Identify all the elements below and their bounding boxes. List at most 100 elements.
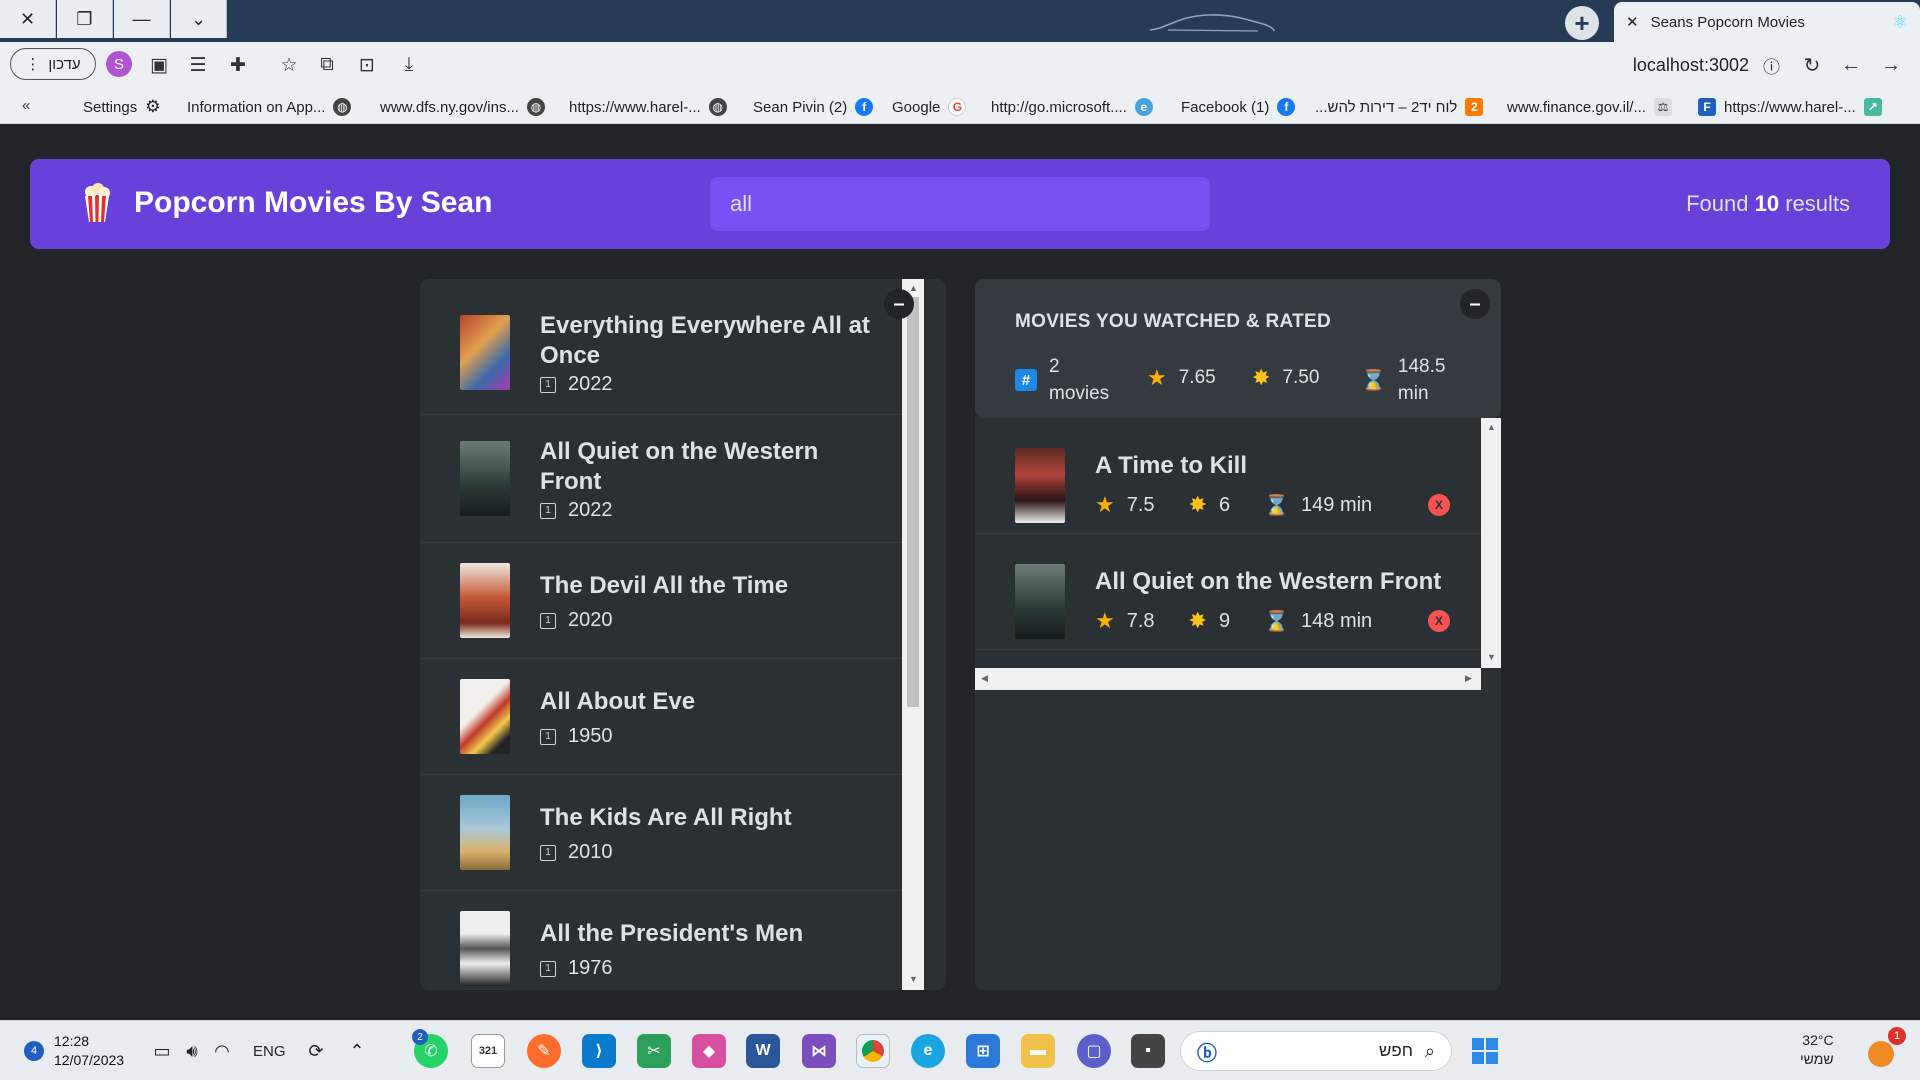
runtime: ⌛ 148 min <box>1264 609 1372 634</box>
tab-seans-popcorn-movies[interactable]: ✕ Seans Popcorn Movies ⚛ <box>1614 2 1920 42</box>
app-diamond-icon[interactable]: ◆ <box>692 1034 726 1068</box>
windows-start-icon[interactable] <box>1468 1034 1502 1068</box>
notification-badge[interactable]: 4 <box>24 1041 44 1061</box>
site-info-icon[interactable]: ⓘ <box>1763 53 1780 78</box>
battery-icon[interactable]: ▭ <box>150 1039 174 1063</box>
bookmark-item[interactable]: www.dfs.ny.gov/ins... ◍ <box>380 96 545 118</box>
scroll-right-icon[interactable]: ▶ <box>1465 673 1472 684</box>
close-tab-icon[interactable]: ✕ <box>1626 13 1639 31</box>
taskbar-search[interactable]: ⓑ חפש ⌕ <box>1180 1031 1452 1071</box>
wifi-icon[interactable]: ◠ <box>210 1039 234 1063</box>
bookmark-item[interactable]: Sean Pivin (2) f <box>753 96 874 118</box>
bookmark-item[interactable]: Facebook (1) f <box>1181 96 1296 118</box>
scrollbar-thumb[interactable] <box>907 297 919 707</box>
minimize-window-icon[interactable]: — <box>114 0 170 38</box>
list-item[interactable]: All Quiet on the Western Front 1 2022 <box>420 415 902 543</box>
reading-list-icon[interactable]: ☰ <box>185 52 211 78</box>
chrome-icon[interactable] <box>856 1034 890 1068</box>
list-item[interactable]: All Quiet on the Western Front ★ 7.8 ✸ 9 ⌛… <box>975 534 1481 650</box>
year-text: 2022 <box>568 499 613 521</box>
runtime-unit: min <box>1397 383 1429 404</box>
user-rating: ✸ 9 <box>1189 608 1231 634</box>
clock[interactable]: 12:28 12/07/2023 <box>54 1032 124 1070</box>
scroll-left-icon[interactable]: ◀ <box>981 673 988 684</box>
movie-title: The Kids Are All Right <box>540 804 792 831</box>
hourglass-icon: ⌛ <box>1361 369 1386 392</box>
bookmark-item[interactable]: Google G <box>892 96 967 118</box>
favorite-star-icon[interactable]: ☆ <box>276 52 302 78</box>
edge-icon[interactable]: e <box>911 1034 945 1068</box>
visual-studio-icon[interactable]: ⋈ <box>802 1034 836 1068</box>
bookmark-label: Information on App... <box>187 98 326 116</box>
profile-avatar[interactable]: S <box>106 51 132 77</box>
forward-arrow-icon[interactable]: → <box>1878 52 1904 78</box>
watched-horizontal-scrollbar[interactable]: ◀ ▶ <box>975 668 1481 690</box>
year-text: 1976 <box>568 957 613 979</box>
volume-icon[interactable]: 🔊︎ <box>180 1039 204 1063</box>
delete-button[interactable]: X <box>1428 494 1450 516</box>
year-text: 2010 <box>568 841 613 863</box>
scroll-down-icon[interactable]: ▼ <box>1487 652 1496 662</box>
collapse-watched-button[interactable]: – <box>1460 289 1490 319</box>
globe-icon: ◍ <box>708 98 727 116</box>
terminal-icon[interactable]: ▪ <box>1131 1034 1165 1068</box>
list-item[interactable]: The Devil All the Time 1 2020 <box>420 543 902 659</box>
bookmark-label: www.finance.gov.il/... <box>1507 98 1646 116</box>
workspace-button[interactable]: ⋮ עדכון <box>10 48 96 80</box>
calendar-app-icon[interactable]: 321 <box>471 1034 505 1068</box>
address-bar[interactable]: localhost:3002 ⓘ <box>1560 50 1780 80</box>
list-item[interactable]: The Kids Are All Right 1 2010 <box>420 775 902 891</box>
delete-button[interactable]: X <box>1428 610 1450 632</box>
bookmark-item[interactable]: https://www.harel-... ◍ <box>569 96 727 118</box>
calendar-icon: 1 <box>540 502 556 519</box>
watched-scrollbar[interactable]: ▲ ▼ <box>1481 418 1501 668</box>
hourglass-icon: ⌛ <box>1264 494 1290 517</box>
hourglass-icon: ⌛ <box>1264 610 1290 633</box>
collapse-results-button[interactable]: – <box>884 289 914 319</box>
bookmarks-expand-icon[interactable]: « <box>22 97 30 114</box>
screenshot-icon[interactable]: ⊡ <box>354 52 380 78</box>
list-item[interactable]: Everything Everywhere All at Once 1 2022 <box>420 279 902 415</box>
extensions-icon[interactable]: ✚ <box>225 52 251 78</box>
download-icon[interactable]: ⤓ <box>396 52 422 78</box>
sync-icon[interactable]: ⟳ <box>304 1039 328 1063</box>
tray-expand-chevron-icon[interactable]: ⌃ <box>345 1039 369 1063</box>
tab-list-chevron-icon[interactable]: ⌄ <box>171 0 227 38</box>
teams-chat-icon[interactable]: ▢ <box>1077 1034 1111 1068</box>
bookmark-item[interactable]: לוח יד2 – דירות להש... 2 <box>1315 96 1484 118</box>
sidebar-icon[interactable]: ▣ <box>146 52 172 78</box>
word-icon[interactable]: W <box>746 1034 780 1068</box>
collections-icon[interactable]: ⧉ <box>314 52 340 78</box>
bookmark-item[interactable]: http://go.microsoft.... e <box>991 96 1153 118</box>
new-tab-button[interactable]: + <box>1565 6 1599 40</box>
search-input[interactable] <box>710 177 1210 231</box>
postman-icon[interactable]: ✎ <box>527 1034 561 1068</box>
scroll-down-icon[interactable]: ▼ <box>909 974 918 984</box>
bookmark-item[interactable]: Fhttps://www.harel-... ↗ <box>1698 96 1882 118</box>
list-item[interactable]: A Time to Kill ★ 7.5 ✸ 6 ⌛ 149 min X <box>975 418 1481 534</box>
list-item[interactable]: All the President's Men 1 1976 <box>420 891 902 990</box>
scroll-up-icon[interactable]: ▲ <box>1487 422 1496 432</box>
file-explorer-icon[interactable]: ▬ <box>1021 1034 1055 1068</box>
restore-window-icon[interactable]: ❐ <box>57 0 113 38</box>
bookmark-item[interactable]: Information on App... ◍ <box>187 96 352 118</box>
store-icon[interactable]: ⊞ <box>966 1034 1000 1068</box>
vscode-icon[interactable]: ⟩ <box>582 1034 616 1068</box>
results-scrollbar[interactable]: ▲ ▼ <box>902 279 924 990</box>
language-indicator[interactable]: ENG <box>253 1021 286 1080</box>
weather-widget[interactable]: 32°C שמשי <box>1800 1031 1834 1069</box>
close-window-icon[interactable]: ✕ <box>0 0 56 38</box>
movie-poster <box>460 441 510 516</box>
year-text: 1950 <box>568 725 613 747</box>
reload-icon[interactable]: ↻ <box>1799 52 1825 78</box>
scroll-up-icon[interactable]: ▲ <box>909 283 918 293</box>
bookmark-item[interactable]: www.finance.gov.il/... ⚖ <box>1507 96 1672 118</box>
movie-stats: ★ 7.8 ✸ 9 ⌛ 148 min <box>1095 608 1392 634</box>
snipping-tool-icon[interactable]: ✂ <box>637 1034 671 1068</box>
back-arrow-icon[interactable]: ← <box>1838 52 1864 78</box>
movie-title: All About Eve <box>540 688 696 715</box>
list-item[interactable]: All About Eve 1 1950 <box>420 659 902 775</box>
bookmark-item[interactable]: Settings ⚙ <box>83 96 160 118</box>
count-text: 2 movies <box>1049 353 1109 407</box>
movie-year: 1 2022 <box>540 373 613 396</box>
